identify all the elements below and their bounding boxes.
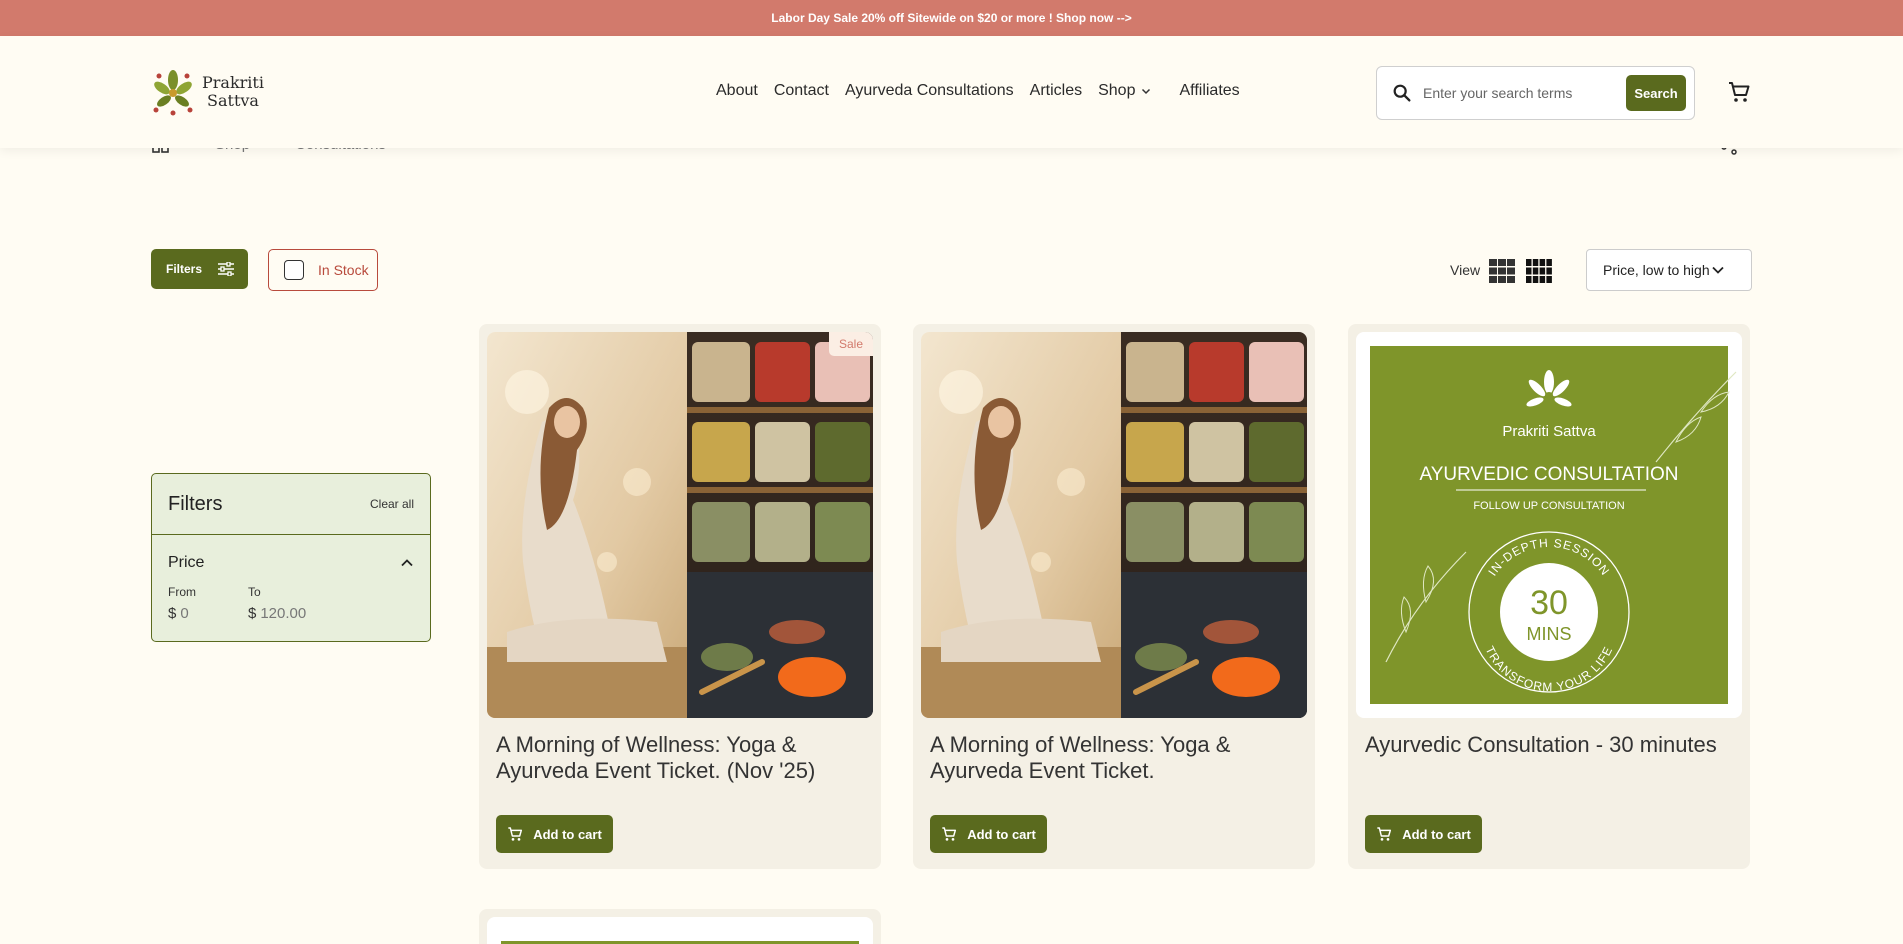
chevron-down-icon: [1712, 266, 1724, 274]
product-image[interactable]: Sale: [487, 332, 873, 718]
product-title[interactable]: Ayurvedic Consultation - 30 minutes: [1365, 732, 1735, 758]
filter-panel: Filters Clear all Price From To $0 $120.…: [151, 473, 431, 642]
logo-line2: Sattva: [207, 91, 259, 110]
announcement-bar[interactable]: Labor Day Sale 20% off Sitewide on $20 o…: [0, 0, 1903, 36]
product-image[interactable]: [921, 332, 1307, 718]
currency-symbol: $: [248, 605, 257, 622]
product-title[interactable]: A Morning of Wellness: Yoga & Ayurveda E…: [930, 732, 1300, 784]
price-from-field[interactable]: $0: [168, 605, 189, 622]
consultation-image: Prakriti Sattva AYURVEDIC CONSULTATION F…: [1370, 346, 1737, 704]
nav-about[interactable]: About: [716, 82, 758, 100]
logo[interactable]: Prakriti Sattva: [150, 66, 264, 118]
search-button[interactable]: Search: [1626, 75, 1686, 111]
sale-badge: Sale: [829, 332, 873, 356]
add-to-cart-label: Add to cart: [1402, 826, 1471, 842]
announcement-text[interactable]: Labor Day Sale 20% off Sitewide on $20 o…: [771, 11, 1131, 25]
consult-unit: MINS: [1527, 624, 1572, 644]
nav-shop-label: Shop: [1098, 82, 1136, 99]
cart-icon: [508, 827, 523, 841]
grid-3-view-icon[interactable]: [1489, 259, 1515, 283]
site-header: Prakriti Sattva About Contact Ayurveda C…: [0, 36, 1903, 148]
add-to-cart-label: Add to cart: [533, 826, 602, 842]
nav-affiliates[interactable]: Affiliates: [1179, 82, 1239, 100]
filters-button[interactable]: Filters: [151, 249, 248, 289]
in-stock-checkbox[interactable]: [284, 260, 304, 280]
cart-icon: [942, 827, 957, 841]
grid-4-view-icon[interactable]: [1526, 259, 1552, 283]
add-to-cart-button[interactable]: Add to cart: [496, 815, 613, 853]
view-label: View: [1450, 262, 1481, 278]
price-to-label: To: [248, 585, 261, 599]
nav-ayurveda-consultations[interactable]: Ayurveda Consultations: [845, 82, 1014, 100]
product-card[interactable]: A Morning of Wellness: Yoga & Ayurveda E…: [913, 324, 1315, 869]
consult-number: 30: [1530, 584, 1568, 622]
product-card[interactable]: Prakriti Sattva AYURVEDIC CONSULTATION F…: [1348, 324, 1750, 869]
nav-articles[interactable]: Articles: [1030, 82, 1082, 100]
product-image[interactable]: Prakriti Sattva AYURVEDIC CONSULTATION F…: [1356, 332, 1742, 718]
consult-subheading: FOLLOW UP CONSULTATION: [1473, 500, 1624, 512]
main-nav: About Contact Ayurveda Consultations Art…: [716, 82, 1256, 100]
search-input[interactable]: [1423, 85, 1623, 101]
price-filter-label: Price: [168, 554, 205, 571]
product-image[interactable]: [487, 917, 873, 944]
price-to-value: 120.00: [260, 605, 307, 622]
in-stock-label: In Stock: [318, 262, 369, 278]
price-from-label: From: [168, 585, 196, 599]
filter-panel-title: Filters: [168, 492, 223, 515]
chevron-up-icon: [401, 559, 413, 567]
filters-button-label: Filters: [166, 262, 203, 276]
price-from-value: 0: [180, 605, 189, 622]
sort-selected-value: Price, low to high: [1603, 262, 1710, 278]
add-to-cart-button[interactable]: Add to cart: [930, 815, 1047, 853]
price-filter-header[interactable]: Price: [168, 554, 414, 572]
cart-icon: [1377, 827, 1392, 841]
clear-all-link[interactable]: Clear all: [370, 497, 414, 511]
sort-select[interactable]: Price, low to high: [1586, 249, 1752, 291]
nav-shop[interactable]: Shop: [1098, 82, 1157, 100]
add-to-cart-label: Add to cart: [967, 826, 1036, 842]
chevron-down-icon: [1142, 88, 1151, 95]
nav-contact[interactable]: Contact: [774, 82, 829, 100]
sliders-icon: [218, 262, 235, 276]
logo-line1: Prakriti: [202, 73, 264, 92]
consult-heading: AYURVEDIC CONSULTATION: [1420, 464, 1679, 485]
yoga-spices-image: [487, 332, 873, 718]
search-box: Search: [1376, 66, 1695, 120]
lotus-logo-icon: [153, 70, 193, 116]
in-stock-toggle[interactable]: In Stock: [268, 249, 378, 291]
add-to-cart-button[interactable]: Add to cart: [1365, 815, 1482, 853]
product-card[interactable]: [479, 909, 881, 944]
cart-icon[interactable]: [1727, 80, 1751, 104]
consult-brand: Prakriti Sattva: [1502, 423, 1596, 440]
price-to-field[interactable]: $120.00: [248, 605, 306, 622]
search-icon: [1393, 84, 1411, 102]
yoga-spices-image: [921, 332, 1307, 718]
currency-symbol: $: [168, 605, 177, 622]
product-card[interactable]: Sale A Morning of Wellness: Yoga & Ayurv…: [479, 324, 881, 869]
product-title[interactable]: A Morning of Wellness: Yoga & Ayurveda E…: [496, 732, 866, 784]
